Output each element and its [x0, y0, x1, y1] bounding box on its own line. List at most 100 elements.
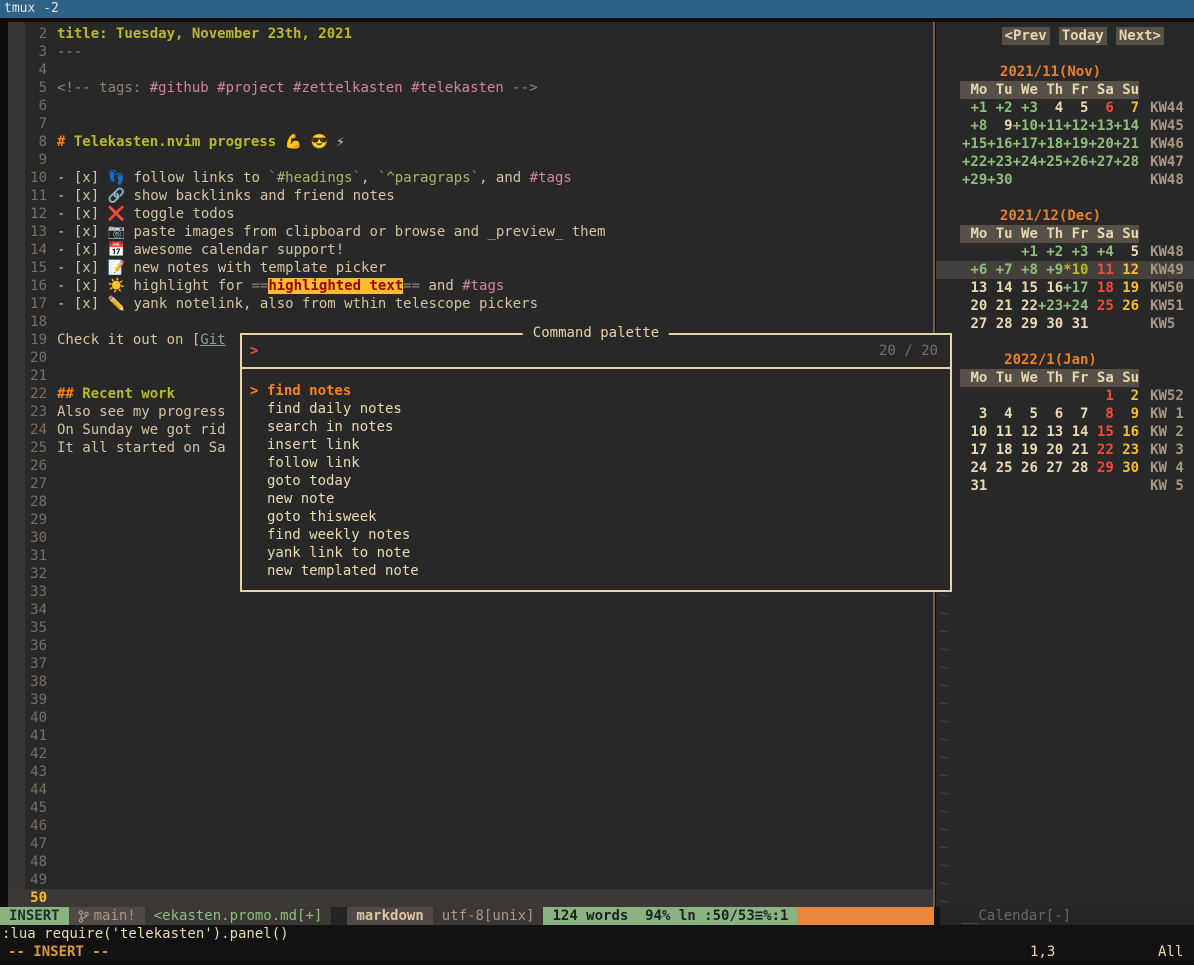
- calendar-day[interactable]: 19: [1013, 441, 1038, 459]
- palette-item-find-weekly-notes[interactable]: find weekly notes: [242, 526, 950, 544]
- calendar-day[interactable]: 21: [987, 297, 1012, 315]
- calendar-day[interactable]: 9: [987, 117, 1012, 135]
- calendar-day[interactable]: 15: [1013, 279, 1038, 297]
- palette-item-goto-thisweek[interactable]: goto thisweek: [242, 508, 950, 526]
- palette-item-follow-link[interactable]: follow link: [242, 454, 950, 472]
- calendar-day[interactable]: +9: [1038, 261, 1063, 279]
- calendar-day[interactable]: 23: [1114, 441, 1139, 459]
- calendar-day[interactable]: +18: [1038, 135, 1063, 153]
- palette-item-find-notes[interactable]: >find notes: [242, 382, 950, 400]
- calendar-day[interactable]: +24: [1063, 297, 1088, 315]
- calendar-day[interactable]: +19: [1063, 135, 1088, 153]
- calendar-day[interactable]: 25: [1088, 297, 1113, 315]
- calendar-day[interactable]: +17: [1013, 135, 1038, 153]
- calendar-day[interactable]: 29: [1088, 459, 1113, 477]
- calendar-day[interactable]: +14: [1114, 117, 1139, 135]
- palette-item-search-in-notes[interactable]: search in notes: [242, 418, 950, 436]
- calendar-day[interactable]: +7: [987, 261, 1012, 279]
- calendar-day[interactable]: 31: [1063, 315, 1088, 333]
- calendar-day[interactable]: +3: [1013, 99, 1038, 117]
- calendar-day[interactable]: 31: [962, 477, 987, 495]
- calendar-day[interactable]: 5: [1114, 243, 1139, 261]
- calendar-day[interactable]: +11: [1038, 117, 1063, 135]
- calendar-day[interactable]: 27: [1038, 459, 1063, 477]
- calendar-day[interactable]: +12: [1063, 117, 1088, 135]
- calendar-day[interactable]: 3: [962, 405, 987, 423]
- calendar-day[interactable]: +1: [1013, 243, 1038, 261]
- palette-item-insert-link[interactable]: insert link: [242, 436, 950, 454]
- calendar-day[interactable]: 21: [1063, 441, 1088, 459]
- calendar-day[interactable]: 13: [962, 279, 987, 297]
- calendar-day[interactable]: 4: [987, 405, 1012, 423]
- calendar-day[interactable]: 22: [1088, 441, 1113, 459]
- calendar-day[interactable]: 5: [1013, 405, 1038, 423]
- calendar-day[interactable]: 26: [1114, 297, 1139, 315]
- palette-item-find-daily-notes[interactable]: find daily notes: [242, 400, 950, 418]
- calendar-day[interactable]: 2: [1114, 387, 1139, 405]
- calendar-day[interactable]: 7: [1063, 405, 1088, 423]
- calendar-day[interactable]: 17: [962, 441, 987, 459]
- calendar-day[interactable]: 16: [1038, 279, 1063, 297]
- calendar-day[interactable]: 30: [1114, 459, 1139, 477]
- palette-item-new-note[interactable]: new note: [242, 490, 950, 508]
- calendar-day[interactable]: 13: [1038, 423, 1063, 441]
- calendar-day[interactable]: 30: [1038, 315, 1063, 333]
- calendar-day[interactable]: 12: [1013, 423, 1038, 441]
- calendar-day[interactable]: 6: [1088, 99, 1113, 117]
- calendar-day[interactable]: 15: [1088, 423, 1113, 441]
- calendar-day[interactable]: +23: [987, 153, 1012, 171]
- calendar-day[interactable]: 25: [987, 459, 1012, 477]
- calendar-day[interactable]: +16: [987, 135, 1012, 153]
- calendar-day[interactable]: 10: [962, 423, 987, 441]
- calendar-day[interactable]: 7: [1114, 99, 1139, 117]
- calendar-day[interactable]: 8: [1088, 405, 1113, 423]
- calendar-day[interactable]: 19: [1114, 279, 1139, 297]
- calendar-day[interactable]: 5: [1063, 99, 1088, 117]
- calendar-day[interactable]: 27: [962, 315, 987, 333]
- calendar-day[interactable]: 24: [962, 459, 987, 477]
- calendar-day[interactable]: 20: [962, 297, 987, 315]
- calendar-day[interactable]: +13: [1088, 117, 1113, 135]
- calendar-day[interactable]: +28: [1114, 153, 1139, 171]
- calendar-day[interactable]: +23: [1038, 297, 1063, 315]
- calendar-day[interactable]: +10: [1013, 117, 1038, 135]
- palette-item-goto-today[interactable]: goto today: [242, 472, 950, 490]
- calendar-day[interactable]: +27: [1088, 153, 1113, 171]
- calendar-day[interactable]: +25: [1038, 153, 1063, 171]
- calendar-day[interactable]: 14: [1063, 423, 1088, 441]
- calendar-day[interactable]: +4: [1088, 243, 1113, 261]
- calendar-day[interactable]: 1: [1088, 387, 1113, 405]
- calendar-day[interactable]: 4: [1038, 99, 1063, 117]
- calendar-day[interactable]: 28: [987, 315, 1012, 333]
- calendar-day[interactable]: 26: [1013, 459, 1038, 477]
- calendar-day[interactable]: +3: [1063, 243, 1088, 261]
- calendar-day[interactable]: 14: [987, 279, 1012, 297]
- calendar-day[interactable]: 9: [1114, 405, 1139, 423]
- calendar-day[interactable]: 18: [1088, 279, 1113, 297]
- calendar-day[interactable]: 11: [1088, 261, 1113, 279]
- calendar-day[interactable]: +29: [962, 171, 987, 189]
- calendar-day[interactable]: *10: [1063, 261, 1088, 279]
- calendar-day[interactable]: +17: [1063, 279, 1088, 297]
- calendar-day[interactable]: +2: [987, 99, 1012, 117]
- calendar-day[interactable]: 20: [1038, 441, 1063, 459]
- prev-month-button[interactable]: <Prev: [1002, 27, 1050, 45]
- calendar-day[interactable]: 12: [1114, 261, 1139, 279]
- calendar-day[interactable]: +1: [962, 99, 987, 117]
- calendar-day[interactable]: +20: [1088, 135, 1113, 153]
- palette-item-yank-link-to-note[interactable]: yank link to note: [242, 544, 950, 562]
- calendar-day[interactable]: +30: [987, 171, 1012, 189]
- calendar-day[interactable]: +22: [962, 153, 987, 171]
- calendar-day[interactable]: +2: [1038, 243, 1063, 261]
- calendar-day[interactable]: 29: [1013, 315, 1038, 333]
- calendar-day[interactable]: +8: [1013, 261, 1038, 279]
- calendar-day[interactable]: +15: [962, 135, 987, 153]
- calendar-day[interactable]: 6: [1038, 405, 1063, 423]
- calendar-day[interactable]: 22: [1013, 297, 1038, 315]
- today-button[interactable]: Today: [1059, 27, 1107, 45]
- calendar-day[interactable]: +26: [1063, 153, 1088, 171]
- calendar-day[interactable]: +21: [1114, 135, 1139, 153]
- calendar-day[interactable]: +24: [1013, 153, 1038, 171]
- calendar-day[interactable]: 11: [987, 423, 1012, 441]
- calendar-day[interactable]: 18: [987, 441, 1012, 459]
